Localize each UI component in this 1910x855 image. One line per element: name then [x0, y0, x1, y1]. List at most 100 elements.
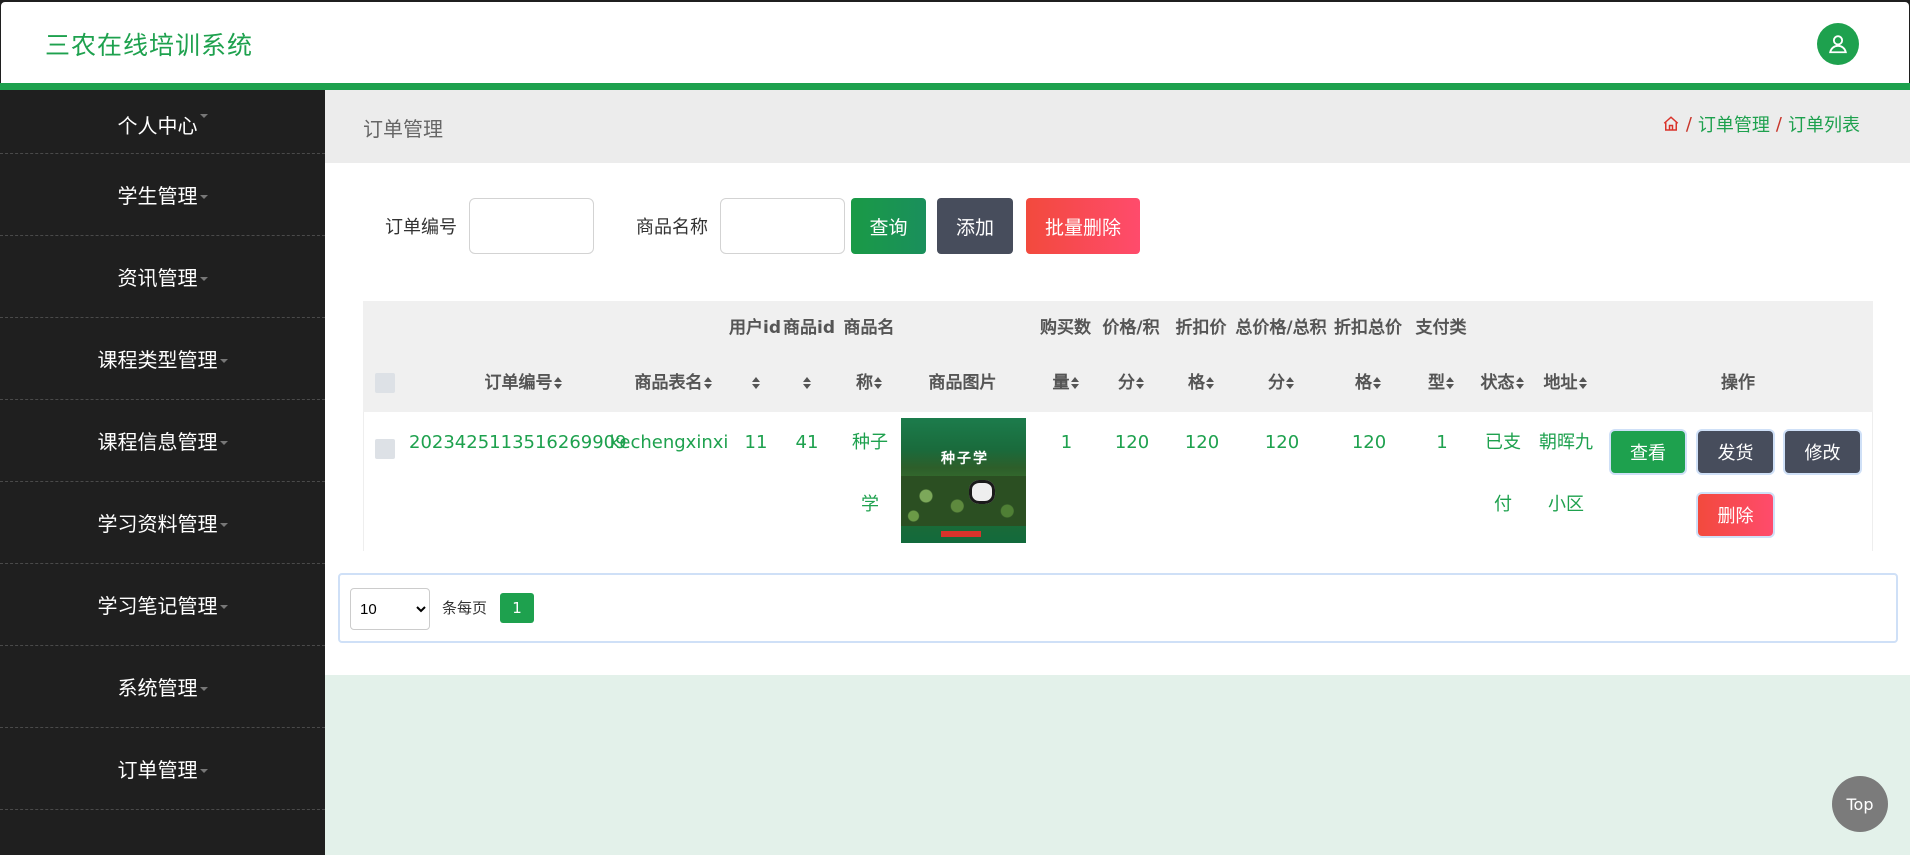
cell-goods-name-2: 学 — [861, 494, 879, 515]
edit-button[interactable]: 修改 — [1785, 431, 1860, 473]
goods-image[interactable]: 种子学 — [901, 418, 1026, 543]
sort-icon — [1446, 377, 1454, 389]
chevron-down-icon — [199, 114, 208, 118]
sort-icon — [1206, 377, 1214, 389]
table-header: 订单编号 商品表名 用户id 商品id 商品名 称 商品图片 购买数 量 价格/… — [363, 301, 1873, 412]
user-icon — [1829, 35, 1847, 54]
sort-icon — [751, 377, 760, 389]
sort-icon — [1136, 377, 1144, 389]
header-accent-line — [0, 83, 1910, 90]
chevron-down-icon — [219, 522, 228, 527]
breadcrumb: / 订单管理 / 订单列表 — [1662, 111, 1860, 137]
cell-discount-price: 120 — [1184, 432, 1220, 453]
col-price-2[interactable]: 分 — [1096, 356, 1166, 411]
breadcrumb-order-list[interactable]: 订单列表 — [1788, 111, 1860, 137]
sidebar-item-label: 个人中心 — [117, 114, 198, 138]
sidebar-item-course-info[interactable]: 课程信息管理 — [0, 400, 325, 482]
sidebar-item-label: 课程类型管理 — [97, 348, 218, 372]
sort-icon — [874, 377, 882, 389]
col-total-price-2[interactable]: 分 — [1231, 356, 1331, 411]
col-pay-type-2[interactable]: 型 — [1406, 356, 1476, 411]
row-checkbox[interactable] — [375, 439, 395, 459]
col-order-no[interactable]: 订单编号 — [463, 356, 583, 411]
col-goods-table[interactable]: 商品表名 — [618, 356, 728, 411]
col-discount-price-2[interactable]: 格 — [1166, 356, 1236, 411]
page-header: 订单管理 / 订单管理 / 订单列表 — [325, 90, 1910, 163]
breadcrumb-separator: / — [1775, 113, 1782, 135]
sidebar-item-system[interactable]: 系统管理 — [0, 646, 325, 728]
col-goods-id-sort[interactable] — [796, 356, 816, 411]
main-area: 订单管理 / 订单管理 / 订单列表 订单编号 商品名称 查询 添加 批量删除 … — [325, 90, 1910, 855]
sort-icon — [802, 377, 811, 389]
home-icon[interactable] — [1662, 115, 1680, 133]
col-address[interactable]: 地址 — [1533, 356, 1597, 411]
sidebar-item-label: 课程信息管理 — [97, 430, 218, 454]
col-discount-total-2[interactable]: 格 — [1328, 356, 1408, 411]
select-all-checkbox[interactable] — [375, 373, 395, 393]
chevron-down-icon — [199, 276, 208, 281]
col-goods-name-2[interactable]: 称 — [839, 356, 899, 411]
goods-name-input[interactable] — [720, 198, 845, 254]
cell-discount-total: 120 — [1351, 432, 1387, 453]
sidebar-item-news[interactable]: 资讯管理 — [0, 236, 325, 318]
book-cover-seed — [969, 480, 995, 504]
breadcrumb-separator: / — [1685, 113, 1692, 135]
sort-icon — [1070, 377, 1079, 389]
breadcrumb-orders[interactable]: 订单管理 — [1698, 111, 1770, 137]
sidebar-item-notes[interactable]: 学习笔记管理 — [0, 564, 325, 646]
pagination: 10 条每页 1 — [338, 573, 1898, 643]
add-button[interactable]: 添加 — [937, 198, 1013, 254]
orders-table: 订单编号 商品表名 用户id 商品id 商品名 称 商品图片 购买数 量 价格/… — [363, 301, 1873, 551]
col-buy-count-2[interactable]: 量 — [1033, 356, 1098, 411]
sidebar-item-students[interactable]: 学生管理 — [0, 154, 325, 236]
query-button[interactable]: 查询 — [851, 198, 926, 254]
order-no-input[interactable] — [469, 198, 594, 254]
ship-button[interactable]: 发货 — [1698, 431, 1773, 473]
sidebar-item-orders[interactable]: 订单管理 — [0, 728, 325, 810]
delete-button[interactable]: 删除 — [1698, 494, 1773, 536]
chevron-down-icon — [219, 358, 228, 363]
col-total-price: 总价格/总积 — [1235, 318, 1327, 338]
col-discount-price: 折扣价 — [1175, 318, 1227, 338]
col-pay-type: 支付类 — [1415, 318, 1467, 338]
col-price: 价格/积 — [1102, 318, 1160, 338]
cell-price: 120 — [1114, 432, 1150, 453]
col-discount-total: 折扣总价 — [1334, 318, 1402, 338]
cell-goods-table: kechengxinxi — [609, 432, 729, 453]
batch-delete-button[interactable]: 批量删除 — [1026, 198, 1140, 254]
col-user-id: 用户id — [729, 318, 781, 338]
sort-icon — [703, 377, 712, 389]
sidebar-item-course-types[interactable]: 课程类型管理 — [0, 318, 325, 400]
cell-user-id: 11 — [744, 432, 768, 453]
sidebar: 个人中心 学生管理 资讯管理 课程类型管理 课程信息管理 学习资料管理 学习笔记… — [0, 90, 325, 855]
cell-status: 已支 — [1485, 432, 1521, 453]
sort-icon — [553, 377, 562, 389]
back-to-top-button[interactable]: Top — [1832, 776, 1888, 832]
cell-order-no: 2023425113516269909 — [409, 432, 627, 453]
user-avatar-button[interactable] — [1817, 23, 1859, 65]
sidebar-item-materials[interactable]: 学习资料管理 — [0, 482, 325, 564]
col-status[interactable]: 状态 — [1470, 356, 1534, 411]
sidebar-item-personal-center[interactable]: 个人中心 — [0, 90, 325, 154]
cell-pay-type: 1 — [1436, 432, 1448, 453]
chevron-down-icon — [199, 768, 208, 773]
col-user-id-sort[interactable] — [745, 356, 765, 411]
col-buy-count: 购买数 — [1040, 318, 1091, 338]
order-no-label: 订单编号 — [385, 217, 457, 238]
sidebar-item-label: 学生管理 — [117, 184, 198, 208]
cell-address-2: 小区 — [1548, 494, 1584, 515]
search-bar: 订单编号 商品名称 查询 添加 批量删除 — [385, 198, 1140, 254]
chevron-down-icon — [199, 686, 208, 691]
chevron-down-icon — [219, 440, 228, 445]
sidebar-item-label: 学习资料管理 — [97, 512, 218, 536]
top-header: 三农在线培训系统 — [1, 2, 1909, 83]
sort-icon — [1373, 377, 1381, 389]
col-goods-image: 商品图片 — [928, 373, 997, 393]
cell-goods-id: 41 — [795, 432, 819, 453]
page-size-select[interactable]: 10 — [350, 588, 430, 630]
view-button[interactable]: 查看 — [1611, 431, 1685, 473]
table-row: 2023425113516269909 kechengxinxi 11 41 种… — [363, 412, 1873, 551]
page-button-current[interactable]: 1 — [500, 593, 534, 623]
cell-status-2: 付 — [1494, 494, 1512, 515]
sidebar-item-label: 系统管理 — [117, 676, 198, 700]
